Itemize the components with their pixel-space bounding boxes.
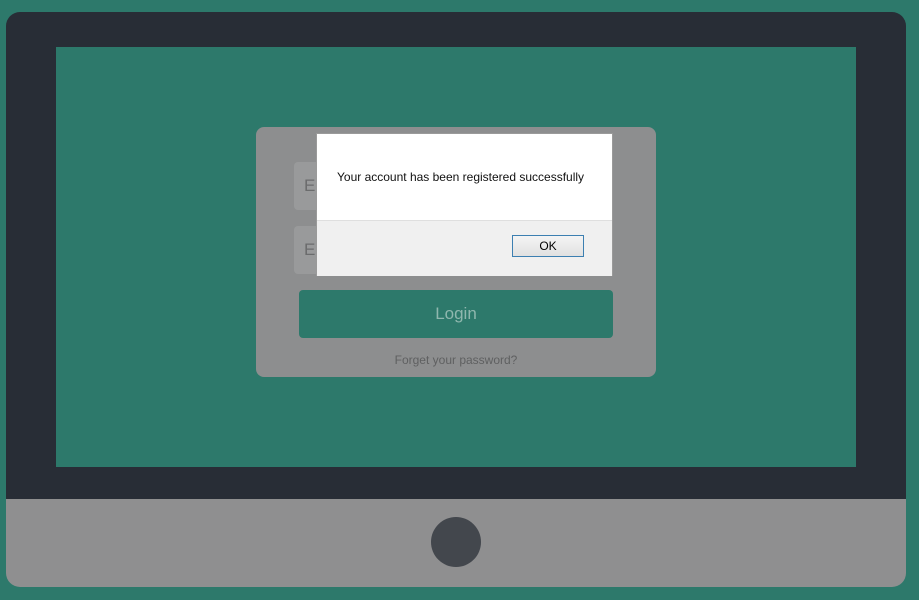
login-button[interactable]: Login [299, 290, 613, 338]
alert-footer: OK [317, 220, 612, 276]
alert-message: Your account has been registered success… [337, 170, 585, 184]
page-background: E En Login Forget your password? Your ac… [0, 0, 919, 600]
alert-dialog: Your account has been registered success… [316, 133, 613, 276]
forgot-password-link[interactable]: Forget your password? [256, 353, 656, 367]
ok-button[interactable]: OK [512, 235, 584, 257]
monitor-power-button-icon [431, 517, 481, 567]
